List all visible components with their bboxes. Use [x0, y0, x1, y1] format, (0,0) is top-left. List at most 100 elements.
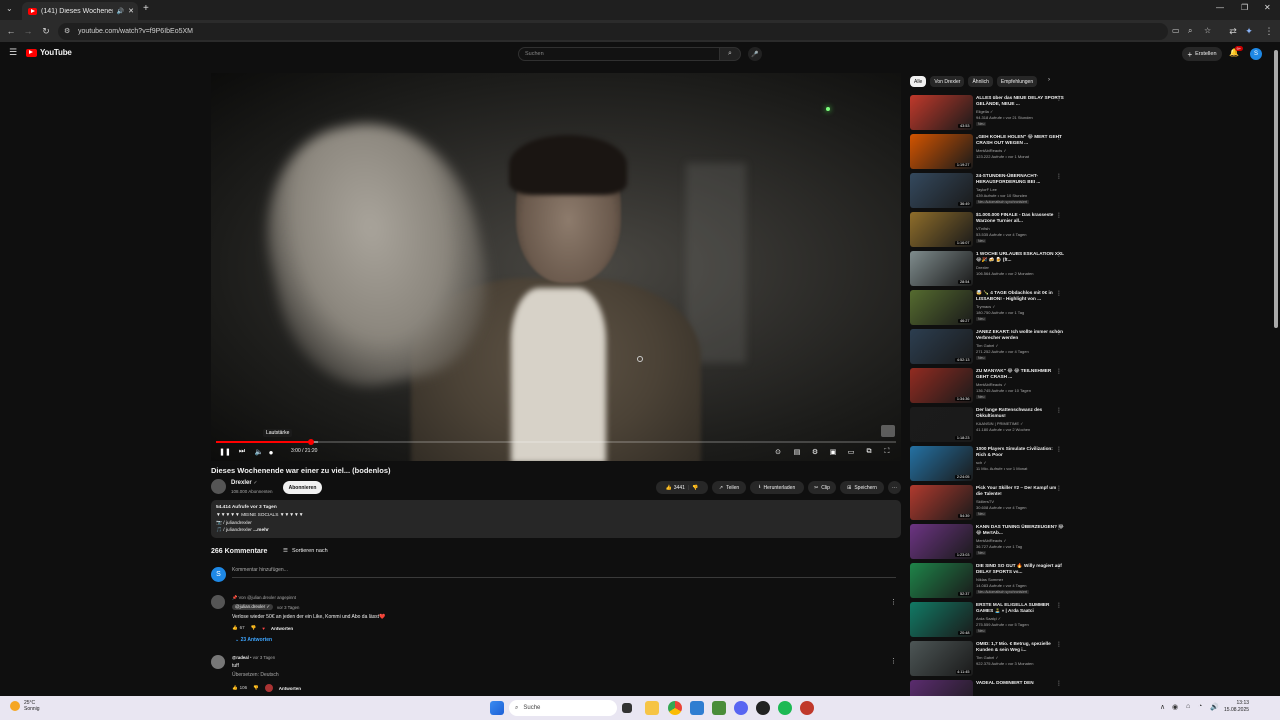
comment-avatar[interactable]: [211, 655, 225, 669]
recommendation-channel[interactable]: Niklas Sommer: [976, 577, 1003, 582]
recommendation-menu-icon[interactable]: ⋮: [1056, 485, 1062, 492]
recommendation-menu-icon[interactable]: ⋮: [1056, 446, 1062, 453]
youtube-logo[interactable]: YouTube: [26, 48, 72, 57]
comment-dislike-icon[interactable]: 👎: [251, 625, 257, 631]
download-button[interactable]: ⭳ Herunterladen: [750, 481, 804, 494]
recommendation-title[interactable]: OMID: 1,7 Mio. € Betrug, spezielle Kunde…: [976, 641, 1064, 653]
recommendation-item[interactable]: 1:16:07 $1.000.000 FINALE - Das krasseste…: [910, 212, 1070, 248]
recommendation-thumbnail[interactable]: 20:48: [910, 602, 973, 637]
recommendation-menu-icon[interactable]: ⋮: [1056, 290, 1062, 297]
recommendation-title[interactable]: „GEH KOHLE HOLEN" 😂 MERT GEHT CRASH OUT …: [976, 134, 1064, 146]
recommendation-item[interactable]: 43:53 ALLES über das NEUE DELAY SPORTS GE…: [910, 95, 1070, 131]
recommendation-title[interactable]: Der lange Rattenschwanz des Okkultismus!: [976, 407, 1064, 419]
recommendation-thumbnail[interactable]: 1:19:27: [910, 134, 973, 169]
recommendation-channel[interactable]: SkillersTV: [976, 499, 994, 504]
description-box[interactable]: 54.414 Aufrufe vor 3 Tagen ▼▼▼▼▼ MEINE S…: [211, 500, 901, 538]
steam-icon[interactable]: [800, 701, 814, 715]
recommendation-thumbnail[interactable]: 2:24:05: [910, 446, 973, 481]
recommendation-menu-icon[interactable]: ⋮: [1056, 212, 1062, 219]
recommendation-item[interactable]: 1:34:36 ZU MANYAK" 😂 😂 TEILNEHMER GEHT CR…: [910, 368, 1070, 404]
translate-link[interactable]: Übersetzen: Deutsch: [232, 672, 279, 678]
recommendation-item[interactable]: 20:48 ERSTE MAL ELIGELLA SUMMER GAMES 🏝️ …: [910, 602, 1070, 638]
recommendation-channel[interactable]: sch ✓: [976, 460, 987, 465]
recommendation-item[interactable]: 4:11:45 OMID: 1,7 Mio. € Betrug, speziell…: [910, 641, 1070, 677]
wifi-icon[interactable]: ◔: [1198, 703, 1202, 710]
more-actions-button[interactable]: ···: [888, 481, 901, 494]
search-button[interactable]: ⌕: [719, 47, 741, 61]
app-icon[interactable]: [756, 701, 770, 715]
minecraft-icon[interactable]: [712, 701, 726, 715]
description-more-button[interactable]: ...mehr: [253, 528, 269, 533]
reload-icon[interactable]: ↻: [39, 24, 53, 38]
file-explorer-icon[interactable]: [645, 701, 659, 715]
hamburger-menu-icon[interactable]: ☰: [9, 47, 17, 58]
comment-author[interactable]: @julian.drexler ✓: [232, 604, 274, 610]
network-icon[interactable]: ⌂: [1186, 703, 1190, 710]
description-instagram-link[interactable]: 📷 / juliandrexler: [216, 520, 896, 528]
folder-icon[interactable]: [690, 701, 704, 715]
recommendation-menu-icon[interactable]: ⋮: [1056, 680, 1062, 687]
spotify-icon[interactable]: [778, 701, 792, 715]
volume-icon[interactable]: 🔈: [254, 447, 264, 457]
recommendation-title[interactable]: 1000 Players Simulate Civilization: Rich…: [976, 446, 1064, 458]
recommendation-title[interactable]: 1 WOCHE URLAUBS ESKALATION XXL 😂🎉 🍻 🍺 (f…: [976, 251, 1064, 263]
like-button[interactable]: 👍 3441: [666, 485, 685, 491]
zoom-icon[interactable]: ⌕: [1188, 26, 1192, 36]
tray-app-icon[interactable]: ◉: [1172, 703, 1178, 711]
comment-menu-icon[interactable]: ⋮: [890, 598, 897, 606]
recommendation-menu-icon[interactable]: ⋮: [1056, 173, 1062, 180]
next-video-icon[interactable]: ⏭: [237, 447, 247, 457]
recommendation-channel[interactable]: Arda Saatçi ✓: [976, 616, 1001, 621]
chips-next-arrow-icon[interactable]: ›: [1048, 77, 1050, 83]
recommendation-item[interactable]: 36:49 24-STUNDEN-ÜBERNACHT-HERAUSFORDERUN…: [910, 173, 1070, 209]
reply-button[interactable]: Antworten: [279, 686, 301, 691]
site-info-icon[interactable]: ⚙: [64, 27, 70, 35]
subscribe-button[interactable]: Abonnieren: [283, 481, 322, 494]
recommendation-menu-icon[interactable]: ⋮: [1056, 563, 1062, 570]
recommendation-thumbnail[interactable]: 43:53: [910, 95, 973, 130]
recommendation-menu-icon[interactable]: ⋮: [1056, 251, 1062, 258]
autoplay-toggle-icon[interactable]: ⊙: [771, 447, 785, 457]
tab-close-icon[interactable]: ✕: [128, 7, 134, 15]
recommendation-channel[interactable]: Trymacs ✓: [976, 304, 996, 309]
recommendation-item[interactable]: 46:27 🤯 🍾 4 TAGE Obdachlos mit 0€ in LISS…: [910, 290, 1070, 326]
tab-list-icon[interactable]: ⌄: [6, 4, 13, 13]
recommendation-thumbnail[interactable]: 4:11:45: [910, 641, 973, 676]
comment-author[interactable]: @radeal: [232, 655, 249, 660]
close-window-icon[interactable]: ✕: [1264, 3, 1271, 12]
recommendation-thumbnail[interactable]: 1:23:03: [910, 524, 973, 559]
video-player[interactable]: Lautstärke ❚❚ ⏭ 🔈 ● 3:00 / 21:20 ⊙ ▤ ⚙ ▣…: [211, 73, 901, 461]
recommendation-thumbnail[interactable]: 52:37: [910, 563, 973, 598]
restore-icon[interactable]: ❐: [1241, 3, 1248, 12]
comment-like-button[interactable]: 👍 106: [232, 685, 247, 691]
recommendation-item[interactable]: 1:19:27 „GEH KOHLE HOLEN" 😂 MERT GEHT CRA…: [910, 134, 1070, 170]
channel-name[interactable]: Drexler ✓: [231, 480, 258, 486]
dislike-button[interactable]: 👎: [692, 485, 698, 491]
recommendation-channel[interactable]: MertAbiReacts ✓: [976, 538, 1007, 543]
comment-dislike-icon[interactable]: 👎: [253, 685, 259, 691]
tray-chevron-icon[interactable]: ∧: [1160, 703, 1165, 711]
recommendation-thumbnail[interactable]: 28:54: [910, 251, 973, 286]
recommendation-thumbnail[interactable]: 36:49: [910, 173, 973, 208]
recommendation-title[interactable]: $1.000.000 FINALE - Das krasseste Warzon…: [976, 212, 1064, 224]
recommendation-title[interactable]: JANEZ EKART: Ich wollte immer schon Verb…: [976, 329, 1064, 341]
voice-search-button[interactable]: 🎤: [748, 47, 762, 61]
clock[interactable]: 13:13 15.08.2025: [1224, 700, 1249, 714]
comment-time[interactable]: vor 3 Tagen: [277, 605, 299, 610]
recommendation-title[interactable]: VADEAL DOMINIERT DEN: [976, 680, 1064, 686]
recommendation-item[interactable]: 52:37 DIE SIND SO GUT 🔥 Willy reagiert au…: [910, 563, 1070, 599]
recommendation-menu-icon[interactable]: ⋮: [1056, 602, 1062, 609]
tab-search-icon[interactable]: ⇄: [1226, 24, 1240, 38]
recommendation-channel[interactable]: Eligella ✓: [976, 109, 993, 114]
chip-all[interactable]: Alle: [910, 76, 927, 87]
recommendation-channel[interactable]: TaylorF Lee: [976, 187, 997, 192]
subtitles-icon[interactable]: ▤: [791, 447, 803, 457]
recommendation-channel[interactable]: MertAbiReacts ✓: [976, 148, 1007, 153]
recommendation-channel[interactable]: Tim Gabel ✓: [976, 343, 999, 348]
share-button[interactable]: ↗ Teilen: [712, 481, 746, 494]
video-frame[interactable]: [211, 73, 901, 461]
recommendation-title[interactable]: Pick Your Skiller #2 – Der Kampf um die …: [976, 485, 1064, 497]
recommendation-channel[interactable]: Tim Gabel ✓: [976, 655, 999, 660]
recommendation-menu-icon[interactable]: ⋮: [1056, 368, 1062, 375]
recommendation-item[interactable]: 54:39 Pick Your Skiller #2 – Der Kampf um…: [910, 485, 1070, 521]
